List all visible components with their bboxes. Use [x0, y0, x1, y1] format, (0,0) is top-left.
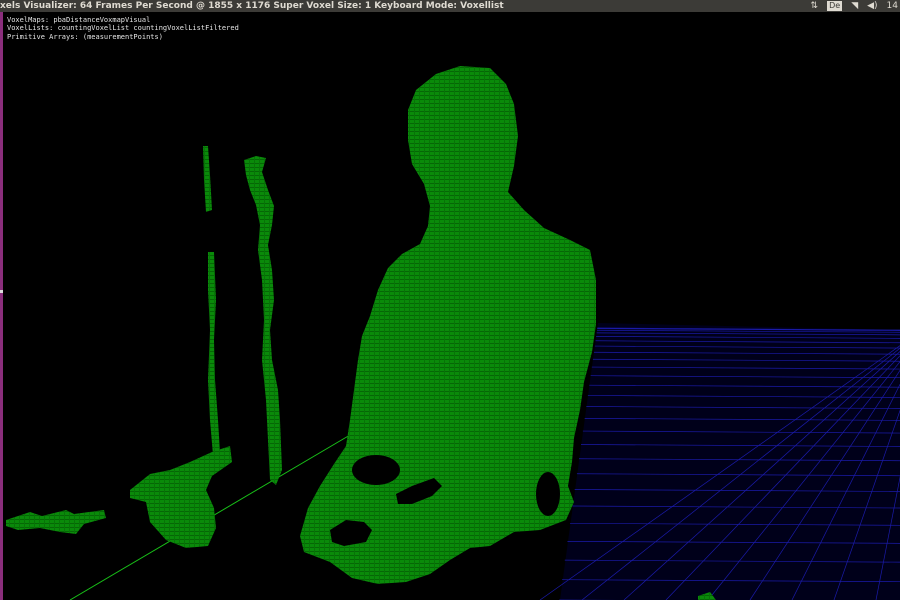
keyboard-layout-indicator[interactable]: De — [827, 1, 843, 11]
voxel-maps-line: VoxelMaps: pbaDistanceVoxmapVisual — [7, 16, 151, 24]
voxel-chunk-small — [6, 510, 106, 534]
primitive-arrays-line: Primitive Arrays: (measurementPoints) — [7, 32, 163, 41]
system-tray: ⇅ De ◥ ◀) 14 — [811, 0, 900, 12]
voxel-lists-line: VoxelLists: countingVoxelList countingVo… — [7, 24, 239, 33]
title-bar[interactable]: xels Visualizer: 64 Frames Per Second @ … — [0, 0, 900, 12]
info-overlay: VoxelMaps: pbaDistanceVoxmapVisual VoxelL… — [7, 16, 239, 41]
sort-icon[interactable]: ⇅ — [811, 0, 819, 12]
floor-grid — [539, 323, 900, 600]
voxel-strip-right — [244, 156, 282, 485]
wifi-icon[interactable]: ◥ — [851, 0, 858, 12]
window-title: xels Visualizer: 64 Frames Per Second @ … — [0, 1, 504, 11]
volume-icon[interactable]: ◀) — [867, 0, 877, 12]
voxel-viewport[interactable] — [0, 12, 900, 600]
clock[interactable]: 14 — [887, 0, 898, 12]
voxel-strip-left — [203, 146, 220, 455]
voxel-chunk-medium — [130, 446, 232, 548]
